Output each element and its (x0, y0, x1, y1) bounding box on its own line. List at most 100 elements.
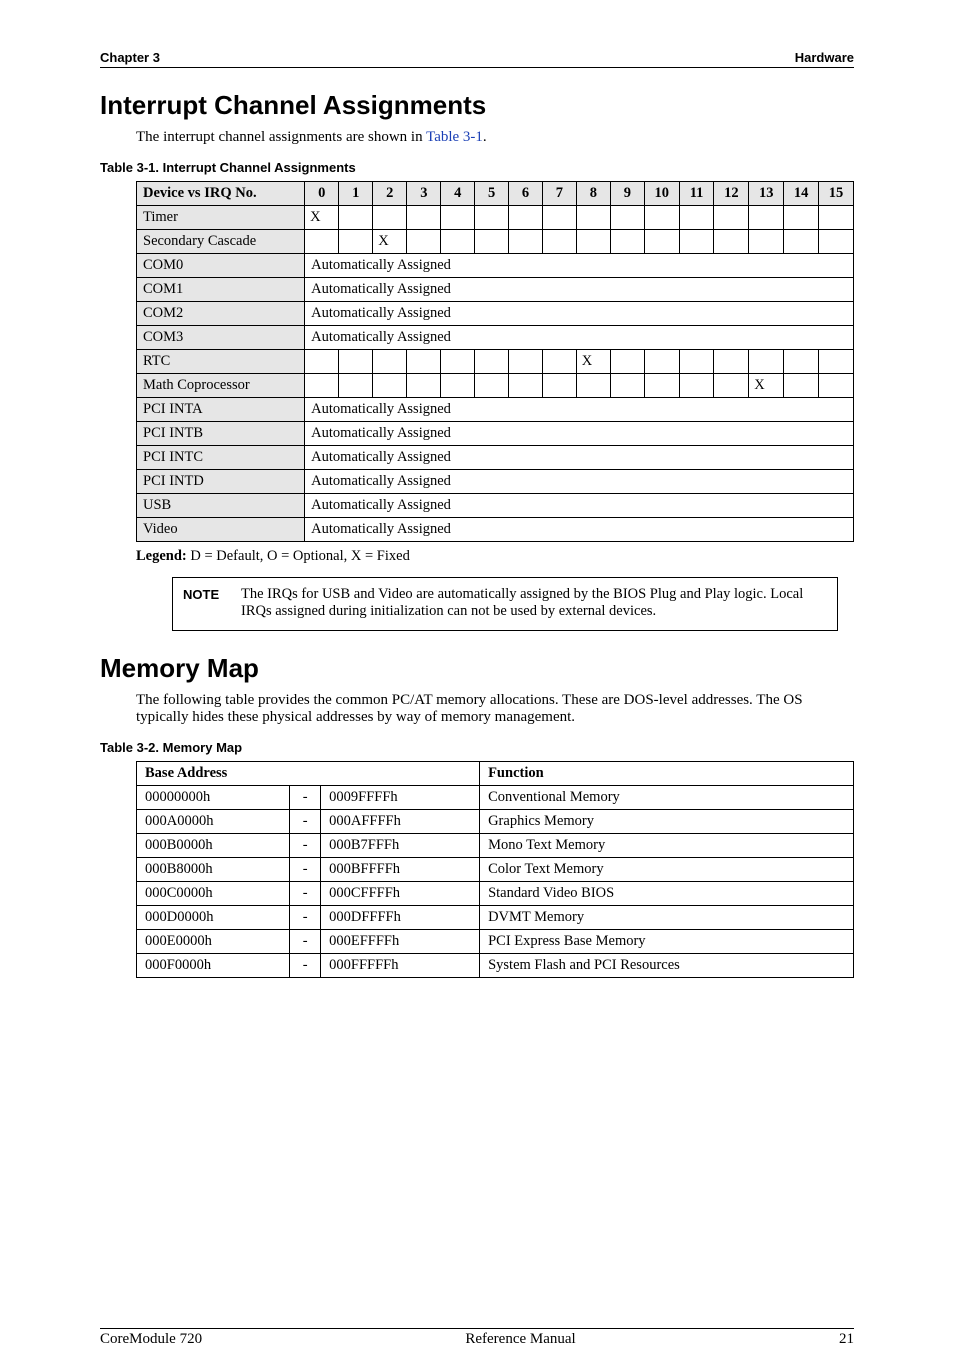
mmap-from: 000B0000h (137, 834, 290, 858)
irq-span-cell: Automatically Assigned (305, 302, 854, 326)
irq-device-cell: Timer (137, 206, 305, 230)
irq-th-8: 8 (576, 182, 610, 206)
irq-cell (749, 206, 784, 230)
irq-cell (475, 230, 509, 254)
header-chapter: Chapter 3 (100, 50, 160, 65)
irq-cell (610, 206, 644, 230)
irq-span-cell: Automatically Assigned (305, 278, 854, 302)
irq-th-13: 13 (749, 182, 784, 206)
irq-cell (407, 374, 441, 398)
footer-wrap: CoreModule 720 Reference Manual 21 (100, 988, 854, 1348)
irq-cell: X (373, 230, 407, 254)
irq-cell (373, 374, 407, 398)
table-row: 000C0000h-000CFFFFhStandard Video BIOS (137, 882, 854, 906)
irq-th-3: 3 (407, 182, 441, 206)
table-row: COM0Automatically Assigned (137, 254, 854, 278)
irq-span-cell: Automatically Assigned (305, 470, 854, 494)
irq-th-12: 12 (714, 182, 749, 206)
irq-cell (509, 350, 543, 374)
mmap-dash: - (290, 858, 321, 882)
mmap-table-caption: Table 3-2. Memory Map (100, 740, 854, 755)
mmap-function: Graphics Memory (480, 810, 854, 834)
irq-cell (407, 206, 441, 230)
mmap-to: 000BFFFFh (321, 858, 480, 882)
irq-cell: X (305, 206, 339, 230)
table-ref-link[interactable]: Table 3-1 (426, 129, 483, 145)
mmap-from: 000E0000h (137, 930, 290, 954)
irq-cell (441, 230, 475, 254)
table-row: COM1Automatically Assigned (137, 278, 854, 302)
irq-cell (819, 350, 854, 374)
irq-th-device: Device vs IRQ No. (137, 182, 305, 206)
table-row: 000A0000h-000AFFFFhGraphics Memory (137, 810, 854, 834)
irq-cell (339, 206, 373, 230)
irq-span-cell: Automatically Assigned (305, 398, 854, 422)
irq-cell (576, 230, 610, 254)
irq-device-cell: USB (137, 494, 305, 518)
irq-span-cell: Automatically Assigned (305, 494, 854, 518)
irq-cell (819, 374, 854, 398)
irq-device-cell: COM0 (137, 254, 305, 278)
table-row: 000B8000h-000BFFFFhColor Text Memory (137, 858, 854, 882)
table-row: TimerX (137, 206, 854, 230)
irq-cell (305, 350, 339, 374)
mmap-dash: - (290, 954, 321, 978)
irq-cell (542, 230, 576, 254)
irq-device-cell: Video (137, 518, 305, 542)
note-label: NOTE (183, 586, 241, 620)
mmap-from: 000C0000h (137, 882, 290, 906)
note-box: NOTE The IRQs for USB and Video are auto… (172, 577, 838, 631)
irq-cell (714, 230, 749, 254)
mmap-to: 000AFFFFh (321, 810, 480, 834)
irq-cell (679, 230, 714, 254)
mmap-to: 000DFFFFh (321, 906, 480, 930)
mmap-function: Standard Video BIOS (480, 882, 854, 906)
irq-cell (441, 206, 475, 230)
irq-th-7: 7 (542, 182, 576, 206)
mmap-function: DVMT Memory (480, 906, 854, 930)
table-row: VideoAutomatically Assigned (137, 518, 854, 542)
mmap-function: System Flash and PCI Resources (480, 954, 854, 978)
irq-device-cell: PCI INTC (137, 446, 305, 470)
irq-device-cell: Math Coprocessor (137, 374, 305, 398)
irq-th-15: 15 (819, 182, 854, 206)
irq-cell (644, 206, 679, 230)
irq-cell (509, 206, 543, 230)
mmap-dash: - (290, 810, 321, 834)
irq-cell (819, 230, 854, 254)
irq-cell (610, 350, 644, 374)
irq-span-cell: Automatically Assigned (305, 254, 854, 278)
irq-cell (644, 350, 679, 374)
irq-cell (305, 374, 339, 398)
table-row: PCI INTBAutomatically Assigned (137, 422, 854, 446)
irq-cell (784, 374, 819, 398)
irq-cell (441, 374, 475, 398)
irq-cell: X (576, 350, 610, 374)
irq-th-6: 6 (509, 182, 543, 206)
irq-cell (749, 350, 784, 374)
section-title-memory-map: Memory Map (100, 653, 854, 684)
running-header: Chapter 3 Hardware (100, 50, 854, 68)
header-section: Hardware (795, 50, 854, 65)
section-title-irq: Interrupt Channel Assignments (100, 90, 854, 121)
irq-device-cell: PCI INTA (137, 398, 305, 422)
irq-cell (610, 230, 644, 254)
mmap-dash: - (290, 906, 321, 930)
irq-cell (644, 230, 679, 254)
irq-cell (305, 230, 339, 254)
irq-cell (542, 374, 576, 398)
irq-cell (475, 206, 509, 230)
footer-title: Reference Manual (465, 1331, 575, 1348)
irq-cell (819, 206, 854, 230)
mmap-function: Conventional Memory (480, 786, 854, 810)
table-row: PCI INTCAutomatically Assigned (137, 446, 854, 470)
mmap-to: 000FFFFFh (321, 954, 480, 978)
table-row: Secondary CascadeX (137, 230, 854, 254)
mmap-intro: The following table provides the common … (136, 692, 854, 726)
irq-cell (714, 206, 749, 230)
irq-th-2: 2 (373, 182, 407, 206)
mmap-to: 000B7FFFh (321, 834, 480, 858)
irq-span-cell: Automatically Assigned (305, 446, 854, 470)
table-row: USBAutomatically Assigned (137, 494, 854, 518)
irq-cell: X (749, 374, 784, 398)
